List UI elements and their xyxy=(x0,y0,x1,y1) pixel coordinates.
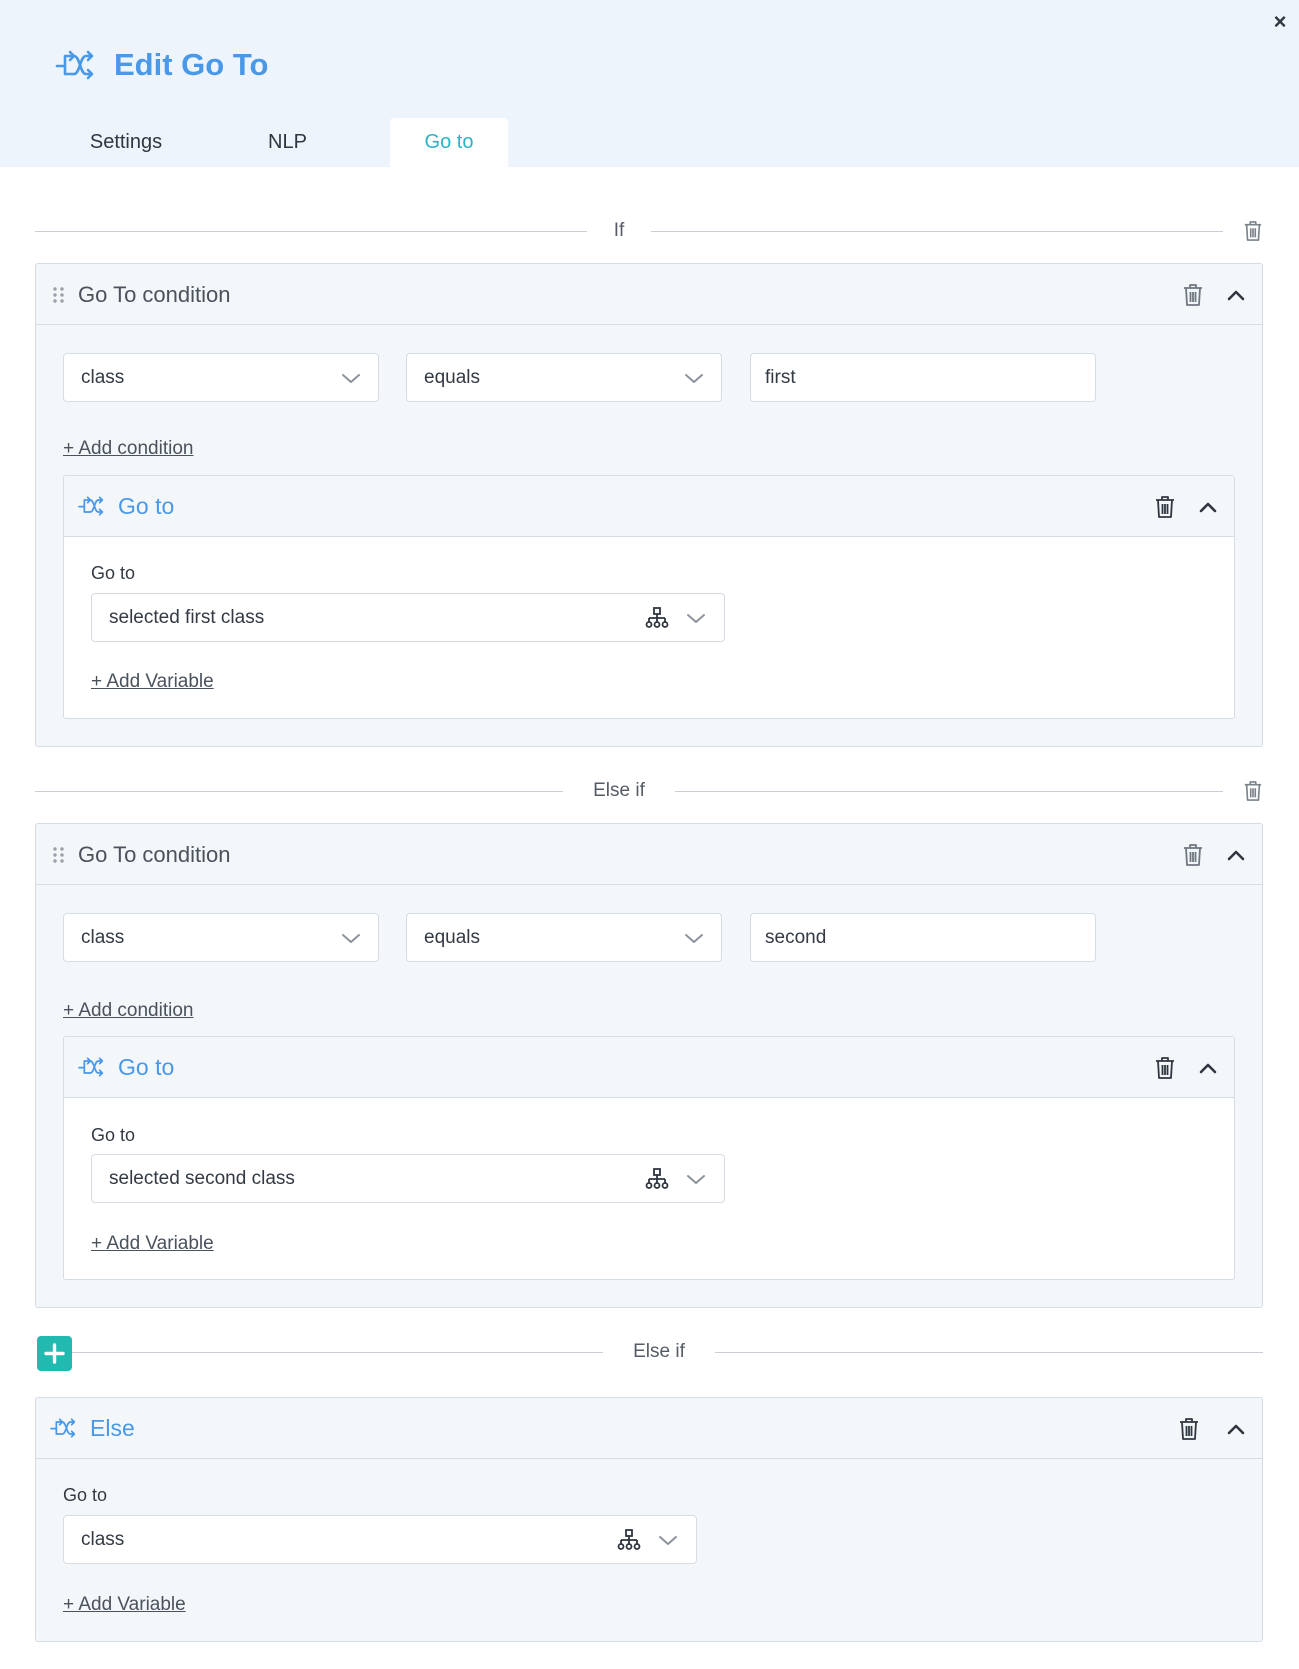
select-value: class xyxy=(81,1529,125,1550)
condition-title: Go To condition xyxy=(78,282,231,307)
condition-value-input[interactable]: first xyxy=(750,353,1096,402)
goto-action-title: Go to xyxy=(118,493,175,519)
divider-line xyxy=(651,231,1223,232)
add-variable-link[interactable]: + Add Variable xyxy=(63,1594,186,1616)
select-value: class xyxy=(81,927,125,948)
condition-title: Go To condition xyxy=(78,842,231,867)
divider-line xyxy=(35,791,563,792)
goto-field-label: Go to xyxy=(91,1125,136,1145)
add-condition-link[interactable]: + Add condition xyxy=(63,438,193,460)
divider-line xyxy=(675,791,1223,792)
chevron-down-icon xyxy=(657,1529,679,1551)
else-if-label: Else if xyxy=(593,780,645,801)
condition-operator-select[interactable]: equals xyxy=(406,913,722,962)
goto-arrows-icon xyxy=(54,44,96,86)
tab-nlp[interactable]: NLP xyxy=(204,118,371,167)
drag-handle-icon[interactable] xyxy=(52,286,66,304)
select-value: equals xyxy=(424,927,480,948)
else-card: Else Go to class + Add Variable xyxy=(35,1397,1263,1642)
else-if-label: Else if xyxy=(633,1341,685,1362)
add-else-if-divider: Else if xyxy=(72,1340,1263,1364)
goto-action-header: Go to xyxy=(64,1037,1234,1098)
dialog-title: Edit Go To xyxy=(114,47,269,82)
divider-line xyxy=(715,1352,1263,1353)
goto-arrows-icon xyxy=(77,492,105,520)
condition-header: Go To condition xyxy=(36,264,1262,325)
goto-field-label: Go to xyxy=(91,563,136,583)
chevron-down-icon xyxy=(340,927,362,949)
else-if-divider: Else if xyxy=(35,779,1265,803)
sitemap-icon[interactable] xyxy=(645,606,669,630)
dialog-title-row: Edit Go To xyxy=(54,44,268,86)
goto-arrows-icon xyxy=(77,1053,105,1081)
chevron-up-icon[interactable] xyxy=(1225,844,1247,866)
goto-arrows-icon xyxy=(49,1414,77,1442)
chevron-up-icon[interactable] xyxy=(1225,284,1247,306)
divider-line xyxy=(72,1352,603,1353)
select-value: class xyxy=(81,367,125,388)
plus-icon xyxy=(44,1343,65,1364)
trash-icon[interactable] xyxy=(1178,1417,1200,1441)
sitemap-icon[interactable] xyxy=(617,1528,641,1552)
condition-field-select[interactable]: class xyxy=(63,913,379,962)
sitemap-icon[interactable] xyxy=(645,1167,669,1191)
chevron-up-icon[interactable] xyxy=(1225,1418,1247,1440)
chevron-down-icon xyxy=(340,367,362,389)
else-target-select[interactable]: class xyxy=(63,1515,697,1564)
goto-target-select[interactable]: selected second class xyxy=(91,1154,725,1203)
add-variable-link[interactable]: + Add Variable xyxy=(91,1233,214,1255)
input-value: first xyxy=(765,367,796,388)
trash-icon[interactable] xyxy=(1243,780,1263,802)
condition-operator-select[interactable]: equals xyxy=(406,353,722,402)
chevron-down-icon xyxy=(683,927,705,949)
chevron-up-icon[interactable] xyxy=(1197,496,1219,518)
drag-handle-icon[interactable] xyxy=(52,846,66,864)
goto-action-block: Go to Go to selected first class + Add V… xyxy=(63,475,1235,719)
goto-action-header: Go to xyxy=(64,476,1234,537)
dialog-header: × Edit Go To Settings NLP Go to xyxy=(0,0,1299,167)
else-header: Else xyxy=(36,1398,1262,1459)
tab-go-to[interactable]: Go to xyxy=(390,118,508,167)
divider-line xyxy=(35,231,587,232)
trash-icon[interactable] xyxy=(1243,220,1263,242)
chevron-up-icon[interactable] xyxy=(1197,1057,1219,1079)
goto-action-title: Go to xyxy=(118,1054,175,1080)
goto-target-select[interactable]: selected first class xyxy=(91,593,725,642)
if-divider: If xyxy=(35,219,1265,243)
chevron-down-icon xyxy=(683,367,705,389)
goto-condition-card: Go To condition class equals first + Add… xyxy=(35,263,1263,747)
goto-action-block: Go to Go to selected second class + Add … xyxy=(63,1036,1235,1280)
condition-value-input[interactable]: second xyxy=(750,913,1096,962)
goto-condition-card: Go To condition class equals second + Ad… xyxy=(35,823,1263,1308)
tab-bar: Settings NLP Go to xyxy=(48,118,508,167)
add-variable-link[interactable]: + Add Variable xyxy=(91,671,214,693)
select-value: equals xyxy=(424,367,480,388)
chevron-down-icon xyxy=(685,607,707,629)
goto-field-label: Go to xyxy=(63,1485,108,1505)
close-icon[interactable]: × xyxy=(1268,10,1292,34)
select-value: selected second class xyxy=(109,1168,295,1189)
condition-field-select[interactable]: class xyxy=(63,353,379,402)
condition-header: Go To condition xyxy=(36,824,1262,885)
if-label: If xyxy=(613,220,625,241)
trash-icon[interactable] xyxy=(1182,283,1204,307)
trash-icon[interactable] xyxy=(1154,1056,1176,1080)
input-value: second xyxy=(765,927,827,948)
trash-icon[interactable] xyxy=(1154,495,1176,519)
trash-icon[interactable] xyxy=(1182,843,1204,867)
select-value: selected first class xyxy=(109,607,265,628)
else-title: Else xyxy=(90,1415,135,1441)
add-else-if-button[interactable] xyxy=(37,1336,72,1371)
tab-settings[interactable]: Settings xyxy=(48,118,204,167)
chevron-down-icon xyxy=(685,1168,707,1190)
add-condition-link[interactable]: + Add condition xyxy=(63,1000,193,1022)
